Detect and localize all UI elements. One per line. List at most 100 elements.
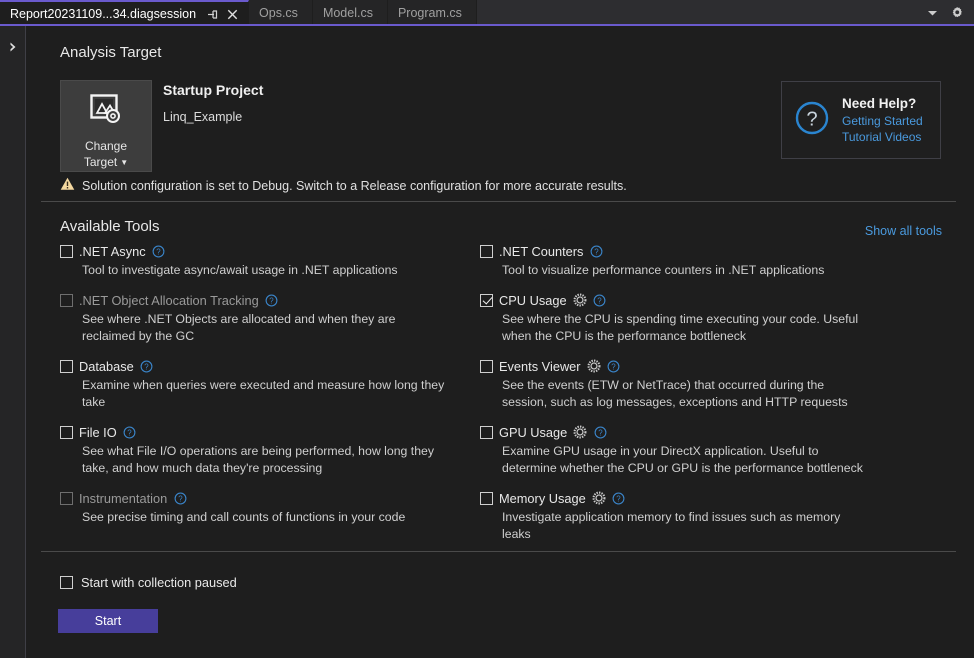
tab-1[interactable]: Ops.cs (249, 0, 313, 26)
startup-project-value: Linq_Example (163, 110, 242, 124)
tool-checkbox[interactable] (60, 245, 73, 258)
tool-header: Database? (60, 357, 480, 375)
tool-checkbox[interactable] (480, 294, 493, 307)
need-help-box: ? Need Help? Getting Started Tutorial Vi… (781, 81, 941, 159)
solution-config-warning: Solution configuration is set to Debug. … (60, 177, 627, 194)
tool-checkbox[interactable] (480, 492, 493, 505)
gear-icon[interactable] (592, 491, 606, 505)
tool-item: .NET Object Allocation Tracking? See wher… (60, 291, 480, 345)
divider-top (41, 201, 956, 202)
help-icon[interactable]: ? (589, 244, 603, 258)
svg-text:?: ? (156, 247, 161, 256)
help-icon[interactable]: ? (123, 425, 137, 439)
tool-description: See where the CPU is spending time execu… (502, 311, 872, 345)
tool-checkbox[interactable] (60, 360, 73, 373)
tool-name[interactable]: .NET Counters (499, 244, 583, 259)
tool-header: GPU Usage? (480, 423, 900, 441)
tool-checkbox[interactable] (60, 492, 73, 505)
help-icon[interactable]: ? (612, 491, 626, 505)
help-icon[interactable]: ? (593, 293, 607, 307)
svg-text:?: ? (594, 247, 599, 256)
tool-name[interactable]: .NET Async (79, 244, 146, 259)
tool-name[interactable]: .NET Object Allocation Tracking (79, 293, 259, 308)
svg-text:?: ? (597, 296, 602, 305)
tab-0[interactable]: Report20231109...34.diagsession (0, 0, 249, 26)
tool-item: File IO? See what File I/O operations are… (60, 423, 480, 477)
tool-description: See precise timing and call counts of fu… (82, 509, 452, 526)
tool-description: See where .NET Objects are allocated and… (82, 311, 452, 345)
tab-label: Ops.cs (259, 6, 304, 20)
gear-icon[interactable] (950, 6, 964, 20)
solution-config-warning-text: Solution configuration is set to Debug. … (82, 179, 627, 193)
left-collapsed-sidebar (0, 26, 26, 658)
chevron-down-icon[interactable]: ▼ (120, 158, 128, 167)
tool-name[interactable]: File IO (79, 425, 117, 440)
available-tools-list: .NET Async? Tool to investigate async/awa… (60, 242, 956, 555)
svg-text:?: ? (806, 108, 817, 130)
show-all-tools-link[interactable]: Show all tools (865, 224, 942, 238)
pin-icon[interactable] (204, 6, 220, 22)
change-target-label-line2: Target (84, 155, 117, 169)
help-icon[interactable]: ? (173, 491, 187, 505)
change-target-button[interactable]: Change Target▼ (60, 80, 152, 172)
gear-icon[interactable] (573, 425, 587, 439)
tool-name[interactable]: CPU Usage (499, 293, 567, 308)
tutorial-videos-link[interactable]: Tutorial Videos (842, 129, 923, 145)
main-content: Analysis Target Change Target▼ Startup P… (27, 26, 974, 658)
tool-checkbox[interactable] (480, 245, 493, 258)
tool-item: .NET Counters?Tool to visualize performa… (480, 242, 900, 279)
help-icon[interactable]: ? (140, 359, 154, 373)
tool-name[interactable]: Events Viewer (499, 359, 581, 374)
change-target-label-line1: Change (85, 139, 127, 153)
svg-text:?: ? (178, 494, 183, 503)
tab-strip-actions (921, 0, 974, 26)
tool-item: GPU Usage? Examine GPU usage in your Dire… (480, 423, 900, 477)
tool-checkbox[interactable] (480, 360, 493, 373)
tool-item: .NET Async? Tool to investigate async/awa… (60, 242, 480, 279)
help-icon[interactable]: ? (152, 244, 166, 258)
tool-header: Instrumentation? (60, 489, 480, 507)
tool-description: Tool to investigate async/await usage in… (82, 262, 452, 279)
warning-triangle-icon (60, 177, 75, 194)
help-icon[interactable]: ? (593, 425, 607, 439)
analysis-target-heading: Analysis Target (60, 44, 161, 61)
tool-name[interactable]: Memory Usage (499, 491, 586, 506)
tool-description: Examine GPU usage in your DirectX applic… (502, 443, 872, 477)
tool-header: CPU Usage? (480, 291, 900, 309)
tool-description: Investigate application memory to find i… (502, 509, 872, 543)
start-paused-row[interactable]: Start with collection paused (60, 575, 237, 590)
tool-item: Database?Examine when queries were execu… (60, 357, 480, 411)
tool-name[interactable]: GPU Usage (499, 425, 567, 440)
tool-name[interactable]: Database (79, 359, 134, 374)
help-icon[interactable]: ? (265, 293, 279, 307)
tool-header: Memory Usage? (480, 489, 900, 507)
tool-checkbox[interactable] (60, 426, 73, 439)
tool-header: .NET Object Allocation Tracking? (60, 291, 480, 309)
chevron-down-icon[interactable] (927, 9, 938, 17)
tab-2[interactable]: Model.cs (313, 0, 388, 26)
tab-label: Program.cs (398, 6, 468, 20)
chevron-right-icon[interactable] (0, 42, 26, 55)
start-button[interactable]: Start (58, 609, 158, 633)
available-tools-heading: Available Tools (60, 218, 160, 235)
tab-3[interactable]: Program.cs (388, 0, 477, 26)
gear-icon[interactable] (587, 359, 601, 373)
tool-description: See what File I/O operations are being p… (82, 443, 452, 477)
close-icon[interactable] (224, 6, 240, 22)
svg-text:?: ? (270, 296, 275, 305)
tool-header: File IO? (60, 423, 480, 441)
tools-column-right: .NET Counters?Tool to visualize performa… (480, 242, 900, 555)
tool-checkbox[interactable] (480, 426, 493, 439)
svg-text:?: ? (611, 362, 616, 371)
tool-name[interactable]: Instrumentation (79, 491, 167, 506)
tool-checkbox[interactable] (60, 294, 73, 307)
start-paused-checkbox[interactable] (60, 576, 73, 589)
profiler-window: Report20231109...34.diagsession Ops.cs Mod… (0, 0, 974, 658)
divider-bottom (41, 551, 956, 552)
tab-label: Model.cs (323, 6, 379, 20)
help-icon[interactable]: ? (607, 359, 621, 373)
tab-strip: Report20231109...34.diagsession Ops.cs Mod… (0, 0, 974, 26)
gear-icon[interactable] (573, 293, 587, 307)
tool-header: .NET Async? (60, 242, 480, 260)
getting-started-link[interactable]: Getting Started (842, 113, 923, 129)
